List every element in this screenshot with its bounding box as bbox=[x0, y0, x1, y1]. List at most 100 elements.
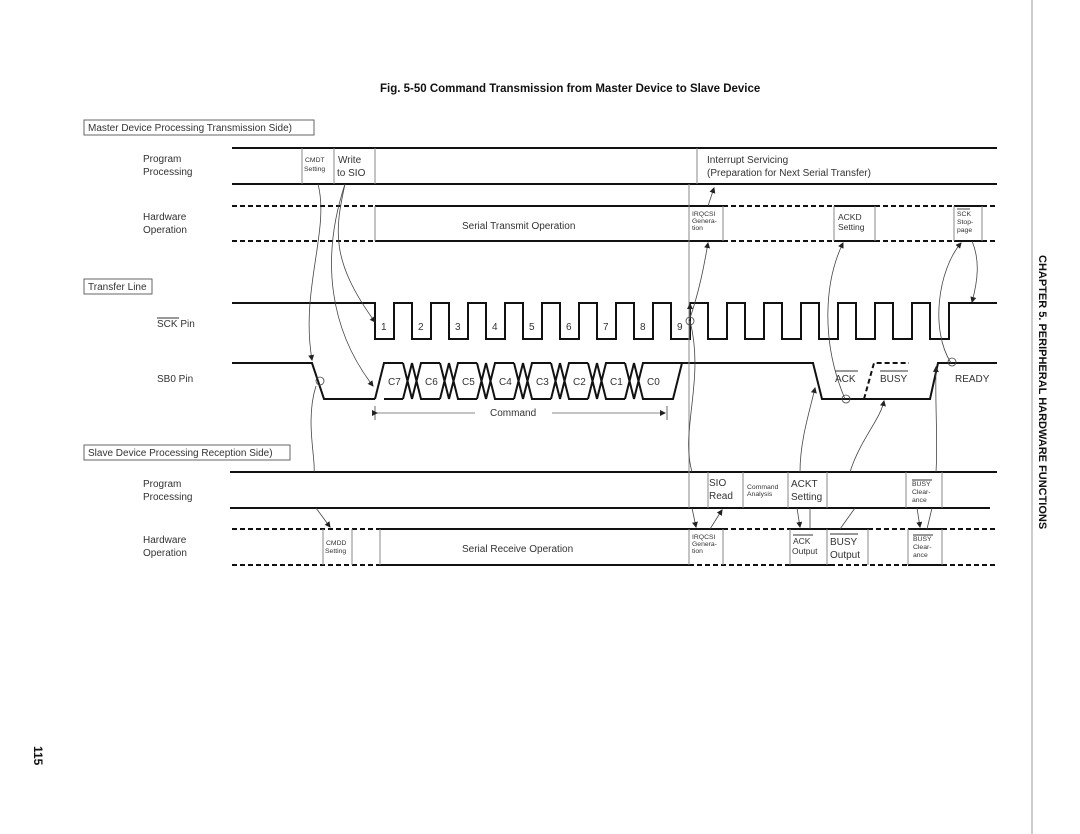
arrow-irqcsi-to-sioread bbox=[709, 509, 723, 530]
slave-program-row: Program Processing bbox=[143, 471, 997, 509]
svg-text:Setting: Setting bbox=[304, 166, 325, 173]
write-to-sio-box: Write to SIO bbox=[337, 155, 366, 179]
arrow-busyout-up bbox=[839, 507, 856, 530]
busy-label: BUSY bbox=[880, 370, 908, 385]
svg-text:Read: Read bbox=[709, 491, 733, 502]
svg-text:Setting: Setting bbox=[325, 548, 346, 555]
sb0-pin-label: SB0 Pin bbox=[157, 374, 193, 385]
svg-text:Processing: Processing bbox=[143, 167, 192, 178]
svg-text:CMDD: CMDD bbox=[326, 540, 346, 547]
sb0-bit-label: C3 bbox=[536, 377, 549, 388]
sck-clock-number: 2 bbox=[418, 322, 424, 333]
arrow-to-busy bbox=[849, 400, 886, 473]
svg-text:Processing: Processing bbox=[143, 492, 192, 503]
sb0-end-rise bbox=[662, 362, 683, 400]
svg-text:Write: Write bbox=[338, 155, 362, 166]
ready-label: READY bbox=[955, 374, 990, 385]
svg-text:Master Device Processing Trans: Master Device Processing Transmission Si… bbox=[88, 123, 292, 134]
sb0-bit-label: C6 bbox=[425, 377, 438, 388]
svg-text:SCK: SCK bbox=[957, 211, 971, 218]
svg-text:Slave Device Processing Recept: Slave Device Processing Reception Side) bbox=[88, 448, 273, 459]
busy-clearance-program-box: BUSY Clear- ance bbox=[912, 479, 932, 504]
sck-waveform bbox=[232, 302, 997, 340]
svg-text:Clear-: Clear- bbox=[913, 544, 932, 551]
ack-label: ACK bbox=[835, 370, 858, 385]
sb0-command-bits: C7 C6 C5 C4 C3 C2 C1 C0 bbox=[388, 377, 660, 388]
sb0-bit-label: C1 bbox=[610, 377, 623, 388]
arrow-irqcsi-to-interrupt bbox=[707, 187, 716, 207]
svg-text:page: page bbox=[957, 227, 972, 234]
ackt-setting-box: ACKT Setting bbox=[791, 479, 822, 503]
arrow-ackt-to-ackout bbox=[796, 507, 803, 528]
svg-text:Operation: Operation bbox=[143, 548, 187, 559]
irqcsi-generation-master: IRQCSI Genera- tion bbox=[692, 211, 717, 232]
sck-clock-number: 3 bbox=[455, 322, 461, 333]
serial-receive-operation: Serial Receive Operation bbox=[462, 544, 573, 555]
sb0-start-fall bbox=[232, 362, 375, 400]
svg-text:Command: Command bbox=[490, 408, 536, 419]
svg-text:ACK: ACK bbox=[793, 536, 811, 546]
svg-text:Genera-: Genera- bbox=[692, 218, 717, 225]
arrow-busyclear-hw-up bbox=[926, 507, 933, 530]
svg-text:Analysis: Analysis bbox=[747, 491, 773, 498]
command-analysis-box: Command Analysis bbox=[747, 484, 779, 498]
svg-text:BUSY: BUSY bbox=[880, 374, 908, 385]
arrow-busyclear-to-ready bbox=[932, 366, 939, 473]
svg-text:tion: tion bbox=[692, 548, 703, 555]
arrow-to-irqcsi-slave bbox=[691, 507, 698, 528]
svg-text:ance: ance bbox=[913, 552, 928, 559]
svg-text:Genera-: Genera- bbox=[692, 541, 717, 548]
svg-text:Interrupt Servicing: Interrupt Servicing bbox=[707, 155, 788, 166]
svg-text:Output: Output bbox=[792, 546, 818, 556]
svg-text:SIO: SIO bbox=[709, 478, 726, 489]
svg-text:Stop-: Stop- bbox=[957, 219, 973, 226]
serial-transmit-operation: Serial Transmit Operation bbox=[462, 221, 575, 232]
svg-text:tion: tion bbox=[692, 225, 703, 232]
sb0-bit-label: C2 bbox=[573, 377, 586, 388]
svg-text:BUSY: BUSY bbox=[912, 481, 931, 488]
svg-text:Setting: Setting bbox=[838, 222, 865, 232]
svg-text:Hardware: Hardware bbox=[143, 212, 187, 223]
svg-text:Command: Command bbox=[747, 484, 779, 491]
svg-text:(Preparation for Next Serial T: (Preparation for Next Serial Transfer) bbox=[707, 168, 871, 179]
sck-clock-number: 7 bbox=[603, 322, 609, 333]
svg-text:Program: Program bbox=[143, 479, 181, 490]
svg-text:ance: ance bbox=[912, 497, 927, 504]
svg-text:Hardware: Hardware bbox=[143, 535, 187, 546]
arrow-write-to-sck bbox=[337, 183, 376, 323]
svg-text:ACKT: ACKT bbox=[791, 479, 818, 490]
arrow-sck9-down bbox=[688, 320, 696, 473]
command-span: Command bbox=[372, 406, 668, 420]
interrupt-servicing-box: Interrupt Servicing (Preparation for Nex… bbox=[707, 155, 871, 179]
arrow-sck9-to-irqcsi bbox=[688, 242, 711, 322]
sb0-bit-label: C5 bbox=[462, 377, 475, 388]
svg-text:ACKD: ACKD bbox=[838, 212, 862, 222]
master-section-label: Master Device Processing Transmission Si… bbox=[83, 119, 315, 136]
sck-clock-number: 8 bbox=[640, 322, 646, 333]
transfer-line-label: Transfer Line bbox=[83, 278, 153, 295]
sck-clock-numbers: 1 2 3 4 5 6 7 8 9 bbox=[381, 322, 683, 333]
sck-clock-number: 1 bbox=[381, 322, 387, 333]
svg-text:Clear-: Clear- bbox=[912, 489, 931, 496]
svg-text:BUSY: BUSY bbox=[830, 537, 858, 548]
svg-text:Program: Program bbox=[143, 154, 181, 165]
svg-text:IRQCSI: IRQCSI bbox=[692, 534, 716, 541]
sck-clock-number: 5 bbox=[529, 322, 535, 333]
svg-text:IRQCSI: IRQCSI bbox=[692, 211, 716, 218]
svg-text:Operation: Operation bbox=[143, 225, 187, 236]
arrow-busyclear-program-to-hw bbox=[916, 507, 923, 528]
ackd-setting-box: ACKD Setting bbox=[838, 212, 865, 232]
svg-text:Setting: Setting bbox=[791, 492, 822, 503]
irqcsi-generation-slave: IRQCSI Genera- tion bbox=[692, 534, 717, 555]
arrow-cmdt-to-sb0 bbox=[308, 183, 322, 361]
svg-text:to SIO: to SIO bbox=[337, 168, 366, 179]
busy-output-box: BUSY Output bbox=[830, 533, 860, 561]
svg-text:BUSY: BUSY bbox=[913, 536, 932, 543]
page-number: 115 bbox=[31, 746, 45, 766]
busy-clearance-hardware-box: BUSY Clear- ance bbox=[913, 534, 933, 559]
arrow-ackt-to-ack bbox=[799, 387, 817, 473]
sb0-bit-label: C0 bbox=[647, 377, 660, 388]
chapter-heading: CHAPTER 5. PERIPHERAL HARDWARE FUNCTIONS bbox=[1036, 255, 1048, 529]
arrow-sckstop-to-sck bbox=[970, 240, 978, 303]
svg-text:Transfer Line: Transfer Line bbox=[88, 282, 147, 293]
